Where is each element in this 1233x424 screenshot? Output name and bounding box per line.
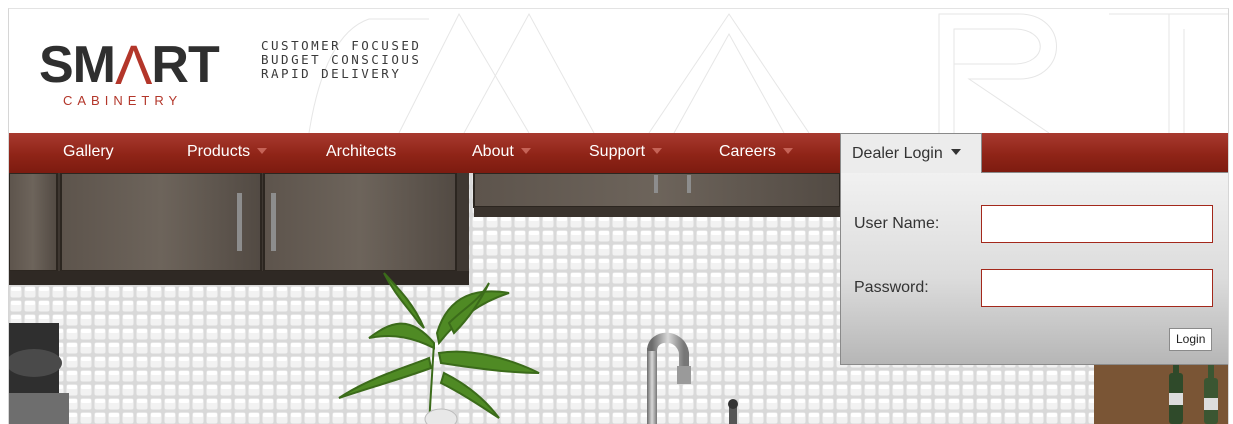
logo-wordmark: SMΛRT bbox=[39, 33, 220, 96]
logo-word-left: SM bbox=[39, 36, 116, 94]
nav-item-label: Products bbox=[187, 143, 251, 160]
chevron-down-icon bbox=[782, 147, 793, 154]
chevron-down-icon bbox=[257, 147, 268, 154]
chevron-down-icon bbox=[652, 147, 663, 154]
chevron-down-icon bbox=[520, 147, 531, 154]
tagline-line: CUSTOMER FOCUSED bbox=[261, 38, 422, 53]
tagline-line: BUDGET CONSCIOUS bbox=[261, 52, 422, 67]
logo-word-mid: Λ bbox=[115, 33, 152, 96]
login-button[interactable]: Login bbox=[1169, 328, 1213, 351]
tagline: CUSTOMER FOCUSED BUDGET CONSCIOUS RAPID … bbox=[261, 39, 421, 81]
nav-item-label: Support bbox=[589, 143, 646, 160]
site-header: SMΛRT CABINETRY CUSTOMER FOCUSED BUDGET … bbox=[9, 9, 1228, 133]
password-input[interactable] bbox=[981, 269, 1213, 307]
nav-item-careers[interactable]: Careers bbox=[719, 133, 793, 173]
tagline-line: RAPID DELIVERY bbox=[261, 66, 402, 81]
nav-item-label: Gallery bbox=[63, 143, 114, 160]
dealer-login-tab[interactable]: Dealer Login bbox=[840, 133, 982, 173]
password-label: Password: bbox=[854, 279, 929, 296]
logo-subtitle: CABINETRY bbox=[63, 93, 183, 108]
main-nav: Gallery Products Architects About Suppor… bbox=[9, 133, 1228, 173]
smart-cabinetry-logo[interactable]: SMΛRT CABINETRY bbox=[39, 37, 229, 117]
nav-item-label: About bbox=[472, 143, 514, 160]
nav-item-label: Architects bbox=[326, 143, 397, 160]
dealer-login-tab-label: Dealer Login bbox=[852, 145, 943, 162]
logo-word-right: RT bbox=[151, 36, 219, 94]
nav-item-products[interactable]: Products bbox=[187, 133, 268, 173]
nav-item-support[interactable]: Support bbox=[589, 133, 663, 173]
username-input[interactable] bbox=[981, 205, 1213, 243]
nav-item-about[interactable]: About bbox=[472, 133, 531, 173]
username-label: User Name: bbox=[854, 215, 940, 232]
dealer-login-panel: User Name: Password: Login bbox=[840, 172, 1228, 365]
caret-down-icon bbox=[950, 148, 961, 155]
nav-item-label: Careers bbox=[719, 143, 776, 160]
nav-item-gallery[interactable]: Gallery bbox=[63, 133, 114, 173]
page-frame: SMΛRT CABINETRY CUSTOMER FOCUSED BUDGET … bbox=[8, 8, 1229, 424]
nav-item-architects[interactable]: Architects bbox=[326, 133, 396, 173]
